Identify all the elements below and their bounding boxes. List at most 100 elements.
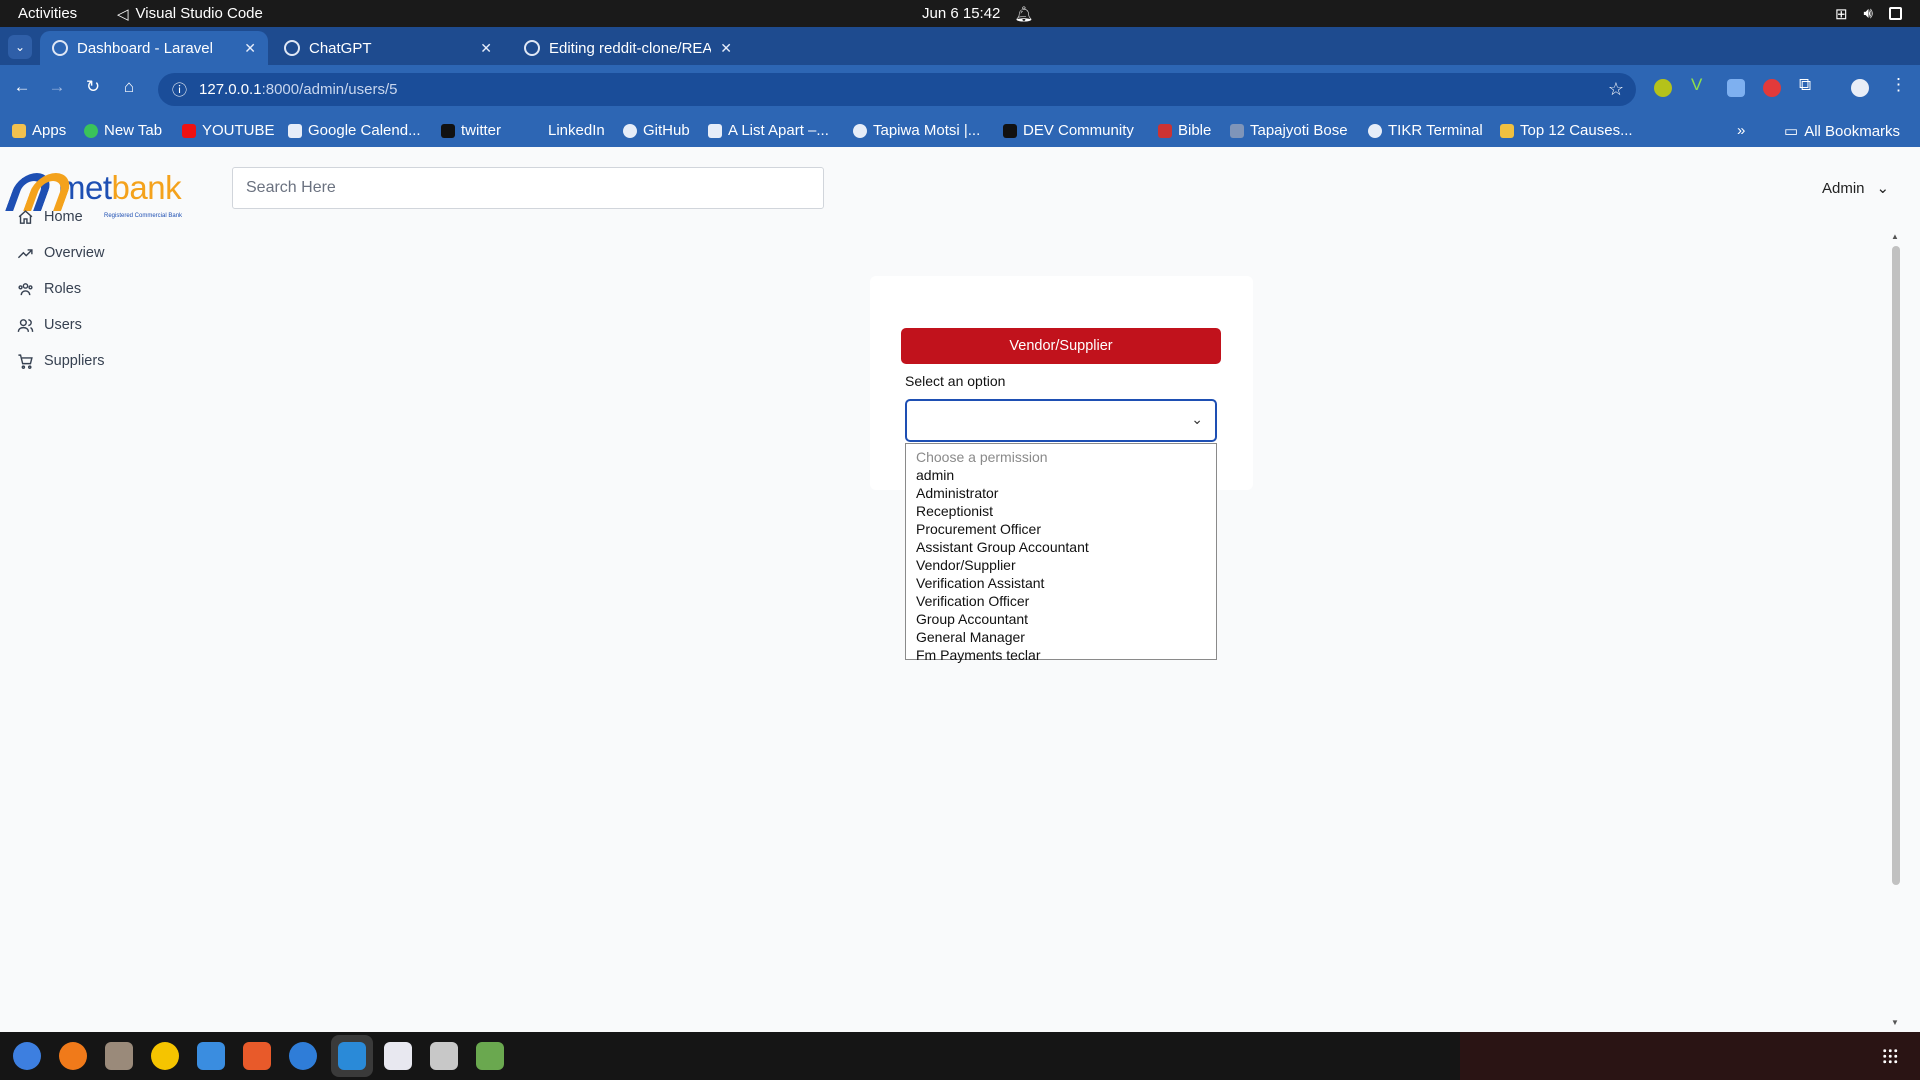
bookmark-twitter[interactable]: twitter xyxy=(441,122,501,139)
scroll-down-arrow-icon[interactable]: ▼ xyxy=(1891,1018,1899,1027)
address-bar[interactable]: ⓘ 127.0.0.1:8000/admin/users/5 ☆ xyxy=(158,73,1636,106)
sidebar-item-label: Users xyxy=(44,317,82,333)
sidebar-item-label: Roles xyxy=(44,281,82,297)
bookmark-youtube[interactable]: YOUTUBE xyxy=(182,122,275,139)
sidebar-item-users[interactable]: Users xyxy=(16,316,82,334)
home-nav-icon[interactable]: ⌂ xyxy=(117,77,141,97)
vue-extension-icon[interactable]: V xyxy=(1691,75,1709,94)
sidebar-item-label: Overview xyxy=(44,245,105,261)
activities-button[interactable]: Activities xyxy=(18,5,77,22)
apps-grid-icon xyxy=(12,123,26,138)
more-bookmarks-button[interactable]: » xyxy=(1737,122,1745,139)
metbank-logo-mark xyxy=(12,169,58,203)
bookmark-github[interactable]: GitHub xyxy=(623,122,690,139)
forward-icon[interactable]: → xyxy=(45,77,69,97)
bookmark-a-list-apart[interactable]: A List Apart –... xyxy=(708,122,829,139)
page-scrollbar[interactable]: ▲ ▼ xyxy=(1890,232,1902,1027)
ubuntu-dock xyxy=(0,1032,1920,1080)
current-role-button[interactable]: Vendor/Supplier xyxy=(901,328,1221,364)
calendar-icon xyxy=(288,123,302,138)
text-editor-icon[interactable] xyxy=(384,1042,412,1070)
bookmark-top-12-causes[interactable]: Top 12 Causes... xyxy=(1500,122,1633,139)
sidebar-item-home[interactable]: Home xyxy=(16,208,83,226)
dropdown-option[interactable]: Receptionist xyxy=(906,502,1216,520)
x-icon xyxy=(441,123,455,138)
app-center-icon[interactable] xyxy=(243,1042,271,1070)
sidebar-item-roles[interactable]: Roles xyxy=(16,280,81,298)
github-icon xyxy=(524,40,540,56)
back-icon[interactable]: ← xyxy=(10,77,34,97)
dropdown-option[interactable]: Verification Officer xyxy=(906,592,1216,610)
tab-github[interactable]: Editing reddit-clone/REA ✕ xyxy=(512,31,744,65)
cart-icon xyxy=(16,352,34,370)
metbank-logo[interactable]: metbank Registered Commercial Bank xyxy=(12,169,182,219)
bookmark-apps[interactable]: Apps xyxy=(12,122,66,139)
dev-icon xyxy=(1003,123,1017,138)
dock-background-right xyxy=(1460,1032,1920,1080)
dropdown-option[interactable]: General Manager xyxy=(906,628,1216,646)
scrollbar-thumb[interactable] xyxy=(1892,246,1900,885)
puzzle-icon[interactable]: ⧉ xyxy=(1799,75,1817,94)
active-app-menu[interactable]: ◁ Visual Studio Code xyxy=(117,5,263,23)
screenshot-tool-icon[interactable] xyxy=(430,1042,458,1070)
browser-menu-icon[interactable]: ⋮ xyxy=(1890,75,1908,94)
reload-icon[interactable]: ↻ xyxy=(81,77,105,97)
dropdown-option[interactable]: Assistant Group Accountant xyxy=(906,538,1216,556)
screen-capture-icon[interactable] xyxy=(1727,79,1745,97)
all-bookmarks-button[interactable]: ▭ All Bookmarks xyxy=(1784,122,1900,141)
trash-icon[interactable] xyxy=(476,1042,504,1070)
thunderbird-icon[interactable] xyxy=(13,1042,41,1070)
close-icon[interactable]: ✕ xyxy=(480,40,492,57)
vscode-icon: ◁ xyxy=(117,5,129,23)
url-path: :8000/admin/users/5 xyxy=(261,81,398,98)
close-icon[interactable]: ✕ xyxy=(720,40,732,57)
record-extension-icon[interactable] xyxy=(1763,79,1781,97)
tab-dashboard[interactable]: Dashboard - Laravel ✕ xyxy=(40,31,268,65)
help-icon[interactable] xyxy=(289,1042,317,1070)
battery-icon xyxy=(1889,7,1902,20)
tab-search-button[interactable]: ⌄ xyxy=(8,35,32,59)
clock[interactable]: Jun 6 15:42 🔔︎ xyxy=(922,5,1033,23)
user-menu[interactable]: Admin ⌄ xyxy=(1822,179,1889,198)
bookmark-tapajyoti-bose[interactable]: Tapajyoti Bose xyxy=(1230,122,1348,139)
extension-icon[interactable] xyxy=(1654,79,1672,97)
bookmark-tikr-terminal[interactable]: TIKR Terminal xyxy=(1368,122,1483,139)
bookmark-newtab[interactable]: New Tab xyxy=(84,122,162,139)
dropdown-option[interactable]: Vendor/Supplier xyxy=(906,556,1216,574)
dropdown-option[interactable]: Group Accountant xyxy=(906,610,1216,628)
profile-avatar-icon[interactable] xyxy=(1851,79,1869,97)
bookmark-star-icon[interactable]: ☆ xyxy=(1608,79,1624,100)
chevron-down-icon: ⌄ xyxy=(1191,411,1203,427)
files-icon[interactable] xyxy=(105,1042,133,1070)
sidebar-item-label: Home xyxy=(44,209,83,225)
bookmark-dev-community[interactable]: DEV Community xyxy=(1003,122,1134,139)
dropdown-option[interactable]: Verification Assistant xyxy=(906,574,1216,592)
sidebar-item-suppliers[interactable]: Suppliers xyxy=(16,352,104,370)
volume-icon: 🔊︎ xyxy=(1863,5,1873,22)
show-apps-grid-icon[interactable] xyxy=(1882,1048,1898,1064)
dropdown-option[interactable]: Fm Payments teclar xyxy=(906,646,1216,664)
firefox-icon[interactable] xyxy=(59,1042,87,1070)
writer-icon[interactable] xyxy=(197,1042,225,1070)
dropdown-option[interactable]: Administrator xyxy=(906,484,1216,502)
rhythmbox-icon[interactable] xyxy=(151,1042,179,1070)
youtube-icon xyxy=(182,123,196,138)
folder-icon: ▭ xyxy=(1784,123,1799,140)
scroll-up-arrow-icon[interactable]: ▲ xyxy=(1891,232,1899,241)
search-input[interactable] xyxy=(232,167,824,209)
system-tray[interactable]: ⊞ 🔊︎ xyxy=(1835,5,1902,23)
close-icon[interactable]: ✕ xyxy=(244,40,256,57)
tab-label: Editing reddit-clone/REA xyxy=(549,39,712,57)
bookmark-linkedin[interactable]: LinkedIn xyxy=(528,122,605,139)
dropdown-option[interactable]: admin xyxy=(906,466,1216,484)
tab-chatgpt[interactable]: ChatGPT ✕ xyxy=(272,31,504,65)
sidebar-item-overview[interactable]: Overview xyxy=(16,244,104,262)
site-info-icon[interactable]: ⓘ xyxy=(172,79,187,100)
bookmark-tapiwa-motsi[interactable]: Tapiwa Motsi |... xyxy=(853,122,980,139)
tab-label: Dashboard - Laravel xyxy=(77,39,213,57)
bookmark-google-calendar[interactable]: Google Calend... xyxy=(288,122,421,139)
permission-select[interactable]: ⌄ xyxy=(905,399,1217,442)
dropdown-option[interactable]: Procurement Officer xyxy=(906,520,1216,538)
vscode-icon[interactable] xyxy=(338,1042,366,1070)
bookmark-bible[interactable]: Bible xyxy=(1158,122,1211,139)
